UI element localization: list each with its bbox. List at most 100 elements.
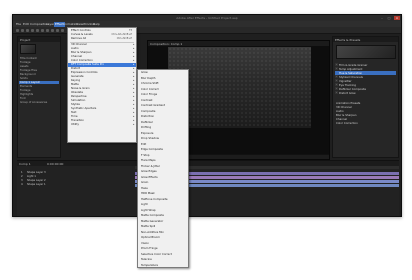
project-item[interactable]: Group of Accessories xyxy=(20,101,47,104)
composition-canvas[interactable] xyxy=(168,47,311,128)
submenu-item[interactable]: Haze xyxy=(138,186,188,191)
zoom-tool-icon[interactable] xyxy=(26,29,29,32)
category-item[interactable]: Animation Presets xyxy=(336,101,360,105)
preset-item-selected[interactable]: Hue & Saturation xyxy=(335,71,396,75)
tab-effects-presets[interactable]: Effects & Presets xyxy=(335,38,360,42)
project-item[interactable]: Footage xyxy=(20,89,30,92)
project-item[interactable]: Title Content xyxy=(20,57,37,60)
shape-tool-icon[interactable] xyxy=(46,29,49,32)
preset-item[interactable]: Eye Tracking xyxy=(339,83,356,87)
text-tool-icon[interactable] xyxy=(56,29,59,32)
submenu-item[interactable]: Contrast xyxy=(138,98,188,103)
chevron-right-icon: ▸ xyxy=(133,59,135,62)
layer-name[interactable]: Shape Layer 2 xyxy=(27,179,46,182)
submenu-item[interactable]: Drop Shadow xyxy=(138,136,188,141)
submenu-item[interactable]: Flare Maps xyxy=(138,158,188,163)
submenu-item[interactable]: Selective Color Correct xyxy=(138,252,188,257)
submenu-item[interactable]: Blur Depth xyxy=(138,76,188,81)
tab-composition[interactable]: Composition: Comp 1 xyxy=(150,42,182,46)
camera-tool-icon[interactable] xyxy=(36,29,39,32)
brush-tool-icon[interactable] xyxy=(61,29,64,32)
submenu-item[interactable]: Glow Edges xyxy=(138,169,188,174)
menu-item-label: Utility xyxy=(71,122,79,126)
project-item[interactable]: Background xyxy=(20,73,35,76)
submenu-item[interactable]: Exposure xyxy=(138,131,188,136)
submenu-item[interactable]: Non-Additive Mix xyxy=(138,230,188,235)
submenu-item[interactable]: Deflicker xyxy=(138,120,188,125)
project-item[interactable]: Footage xyxy=(20,61,30,64)
submenu-item[interactable]: Composite xyxy=(138,109,188,114)
layer-name[interactable]: Light 1 xyxy=(27,175,36,178)
submenu-item[interactable]: Edge Composite xyxy=(138,147,188,152)
layer-number: 3 xyxy=(21,179,23,182)
minimize-icon[interactable]: – xyxy=(379,16,385,20)
menu-item-synthetic-aperture[interactable]: Synthetic Aperture ▸ xyxy=(68,106,136,111)
submenu-item[interactable]: Light Wrap xyxy=(138,208,188,213)
project-item[interactable]: Solids xyxy=(20,77,28,80)
submenu-item[interactable]: F Stop xyxy=(138,153,188,158)
submenu-item[interactable]: Edit xyxy=(138,142,188,147)
submenu-item[interactable]: Glow Effects xyxy=(138,175,188,180)
close-icon[interactable]: × xyxy=(394,16,400,20)
category-item[interactable]: Audio xyxy=(336,109,344,113)
layer-row[interactable]: 4 Shape Layer 1 xyxy=(17,183,399,187)
submenu-item[interactable]: Glow xyxy=(138,70,188,75)
project-item[interactable]: Highlights xyxy=(20,93,33,96)
preset-item[interactable]: Deflicker Composite xyxy=(339,87,366,91)
submenu-item[interactable]: Prism Fringe xyxy=(138,246,188,251)
preset-item[interactable]: Temp Adjustment xyxy=(339,67,362,71)
submenu-item[interactable]: Flicker & Jitter xyxy=(138,164,188,169)
pan-tool-icon[interactable] xyxy=(41,29,44,32)
project-item-selected[interactable]: Comp 1 Layout xyxy=(19,81,59,84)
submenu-item[interactable]: Matte Generator xyxy=(138,219,188,224)
preset-item[interactable]: Distort Glow xyxy=(339,91,356,95)
pen-tool-icon[interactable] xyxy=(51,29,54,32)
menu-item-text[interactable]: Text ▸ xyxy=(68,110,136,115)
layer-number: 4 xyxy=(21,183,23,186)
submenu-item[interactable]: Chroma Shift xyxy=(138,81,188,86)
tab-project[interactable]: Project xyxy=(20,38,30,42)
submenu-item[interactable]: Matte Spill xyxy=(138,224,188,229)
layer-name[interactable]: Shape Layer 1 xyxy=(27,183,46,186)
category-item[interactable]: Channel xyxy=(336,117,347,121)
preset-item[interactable]: Vignetter xyxy=(339,79,351,83)
maximize-icon[interactable]: □ xyxy=(386,16,392,20)
preset-item[interactable]: Film & Grade Grainer xyxy=(339,63,367,67)
viewer-tabstrip: Composition: Comp 1 xyxy=(148,41,329,46)
layer-name[interactable]: Shape Layer 3 xyxy=(27,171,46,174)
submenu-item[interactable]: Matte Composite xyxy=(138,213,188,218)
submenu-item[interactable]: Telecine xyxy=(138,257,188,262)
submenu-item[interactable]: Color Correct xyxy=(138,87,188,92)
category-item[interactable]: Color Correction xyxy=(336,121,358,125)
project-item[interactable]: Elements xyxy=(20,85,32,88)
rotate-tool-icon[interactable] xyxy=(31,29,34,32)
tab-timeline-comp[interactable]: Comp 1 xyxy=(19,162,31,166)
selection-tool-icon[interactable] xyxy=(16,29,19,32)
submenu-item[interactable]: Contrast Gradient xyxy=(138,103,188,108)
submenu-item[interactable]: Light xyxy=(138,202,188,207)
project-item[interactable]: Font xyxy=(20,97,26,100)
submenu-item[interactable]: Halftone Composite xyxy=(138,197,188,202)
hand-tool-icon[interactable] xyxy=(21,29,24,32)
chevron-right-icon: ▸ xyxy=(133,63,135,66)
project-item[interactable]: Footage Files xyxy=(20,69,37,72)
submenu-item[interactable]: Vision xyxy=(138,241,188,246)
project-item[interactable]: Assets xyxy=(20,65,28,68)
timeline-timecode[interactable]: 0:00:00:00 xyxy=(47,162,63,166)
preset-item[interactable]: Stylized Channels xyxy=(339,75,363,79)
submenu-item[interactable]: HDR Mask xyxy=(138,191,188,196)
submenu-item[interactable]: Drifting xyxy=(138,125,188,130)
submenu-item[interactable]: Grain xyxy=(138,180,188,185)
submenu-item[interactable]: Temperature xyxy=(138,263,188,268)
submenu-item[interactable]: Color Fringe xyxy=(138,92,188,97)
submenu-item[interactable]: Distortion xyxy=(138,114,188,119)
effect-menu: Effect Controls F3 Curves & Levels Ctrl+Al… xyxy=(67,27,137,143)
preset-icon xyxy=(335,75,338,78)
submenu-item[interactable]: Optical Bloom xyxy=(138,235,188,240)
menu-item-utility[interactable]: Utility ▸ xyxy=(68,122,136,127)
preset-preview xyxy=(336,45,396,59)
window-title: Adobe After Effects - Untitled Project.a… xyxy=(176,16,238,20)
menu-item-remove-all[interactable]: Remove All Ctrl+Shift+E xyxy=(68,36,136,41)
category-item[interactable]: 3D Channel xyxy=(336,105,352,109)
category-item[interactable]: Blur & Sharpen xyxy=(336,113,356,117)
